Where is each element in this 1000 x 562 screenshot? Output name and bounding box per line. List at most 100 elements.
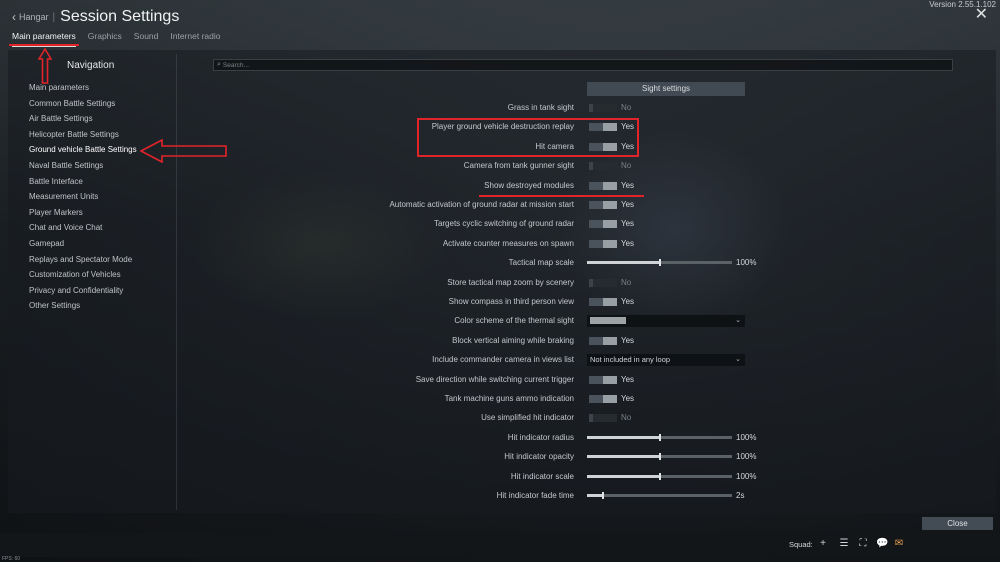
plus-icon[interactable]: +: [817, 538, 829, 550]
header-separator: |: [52, 11, 56, 23]
toggle-knob: [589, 162, 593, 171]
setting-toggle[interactable]: [589, 181, 617, 190]
setting-label: Targets cyclic switching of ground radar: [433, 219, 574, 229]
setting-label: Hit indicator scale: [510, 471, 574, 481]
setting-row: Hit indicator opacity 100%: [0, 450, 1000, 464]
setting-row: Automatic activation of ground radar at …: [0, 198, 1000, 212]
setting-label: Camera from tank gunner sight: [463, 161, 574, 171]
search-bar[interactable]: ⌕: [213, 59, 953, 71]
setting-label: Tactical map scale: [508, 258, 574, 268]
setting-slider[interactable]: [587, 472, 732, 480]
slider-handle[interactable]: [658, 472, 661, 480]
people-icon[interactable]: ⛶: [857, 538, 869, 550]
setting-toggle[interactable]: [589, 220, 617, 229]
setting-dropdown[interactable]: ⌄: [587, 315, 745, 328]
setting-toggle[interactable]: [589, 414, 617, 423]
toggle-knob: [589, 278, 593, 287]
slider-handle[interactable]: [658, 433, 661, 441]
slider-fill: [587, 435, 660, 439]
setting-slider[interactable]: [587, 453, 732, 461]
setting-label: Color scheme of the thermal sight: [454, 316, 574, 326]
list-icon[interactable]: ☰: [838, 538, 850, 550]
setting-value: 100%: [736, 258, 757, 268]
fps-counter: FPS: 60: [2, 556, 21, 562]
setting-toggle[interactable]: [589, 162, 617, 171]
tab-internet-radio[interactable]: Internet radio: [170, 31, 220, 47]
squad-label: Squad:: [789, 540, 813, 549]
setting-row: Targets cyclic switching of ground radar…: [0, 217, 1000, 231]
slider-fill: [587, 261, 660, 265]
setting-label: Store tactical map zoom by scenery: [447, 277, 574, 287]
chevron-down-icon: ⌄: [735, 317, 741, 325]
setting-slider[interactable]: [587, 433, 732, 441]
setting-value: No: [621, 277, 632, 287]
setting-slider[interactable]: [587, 492, 732, 499]
page-title: Session Settings: [60, 8, 180, 25]
setting-value: No: [621, 103, 632, 112]
setting-row: Activate counter measures on spawn Yes: [0, 237, 1000, 251]
chat-icon[interactable]: 💬: [876, 538, 888, 550]
setting-value: 100%: [736, 471, 757, 481]
setting-toggle[interactable]: [589, 278, 617, 287]
setting-value: No: [621, 413, 632, 423]
close-button[interactable]: Close: [922, 517, 993, 530]
toggle-knob: [589, 414, 593, 423]
setting-value: Yes: [621, 394, 635, 403]
search-icon: ⌕: [217, 61, 221, 68]
toggle-knob: [589, 104, 593, 112]
setting-value: No: [621, 161, 632, 171]
mail-icon[interactable]: ✉: [893, 538, 905, 550]
setting-row: Color scheme of the thermal sight ⌄: [0, 314, 1000, 328]
toggle-knob: [603, 395, 617, 403]
sight-settings-button[interactable]: Sight settings: [587, 82, 745, 96]
setting-toggle[interactable]: [589, 395, 617, 403]
setting-value: Yes: [621, 297, 635, 306]
setting-label: Include commander camera in views list: [432, 355, 574, 365]
back-to-hangar-link[interactable]: Hangar: [19, 12, 49, 22]
setting-toggle[interactable]: [589, 201, 617, 209]
setting-toggle[interactable]: [589, 104, 617, 112]
annotation-box: [417, 118, 639, 157]
setting-label: Show compass in third person view: [448, 297, 574, 306]
setting-label: Hit indicator opacity: [504, 452, 574, 462]
setting-dropdown[interactable]: Not included in any loop ⌄: [587, 354, 745, 367]
toggle-knob: [603, 239, 617, 248]
toggle-knob: [603, 298, 617, 306]
setting-value: Yes: [621, 238, 635, 248]
chevron-down-icon: ⌄: [735, 356, 741, 364]
slider-fill: [587, 474, 660, 478]
slider-handle[interactable]: [658, 259, 661, 267]
toggle-knob: [603, 220, 617, 229]
back-chevron-icon[interactable]: ‹: [12, 10, 16, 24]
setting-toggle[interactable]: [589, 298, 617, 306]
setting-toggle[interactable]: [589, 239, 617, 248]
navigation-title: Navigation: [67, 60, 115, 71]
setting-slider[interactable]: [587, 259, 732, 267]
setting-value: Yes: [621, 374, 635, 384]
close-icon[interactable]: ✕: [975, 7, 988, 23]
header: ‹ Hangar | Session Settings: [12, 8, 179, 26]
slider-fill: [587, 455, 660, 459]
setting-label: Hit indicator radius: [507, 432, 574, 442]
bottom-bar: [0, 533, 1000, 557]
toggle-knob: [603, 201, 617, 209]
tab-graphics[interactable]: Graphics: [88, 31, 122, 47]
setting-label: Use simplified hit indicator: [481, 413, 574, 423]
setting-label: Automatic activation of ground radar at …: [389, 200, 574, 209]
annotation-arrow-left: [140, 139, 227, 163]
search-input[interactable]: [222, 61, 923, 69]
setting-value: Yes: [621, 180, 635, 190]
toggle-knob: [603, 336, 617, 345]
setting-label: Tank machine guns ammo indication: [444, 394, 574, 403]
setting-row: Hit indicator scale 100%: [0, 470, 1000, 484]
tab-sound[interactable]: Sound: [134, 31, 159, 47]
setting-label: Hit indicator fade time: [496, 491, 574, 500]
setting-toggle[interactable]: [589, 375, 617, 384]
toggle-knob: [603, 375, 617, 384]
nav-item-main-parameters[interactable]: Main parameters: [29, 82, 137, 98]
setting-value: Yes: [621, 200, 635, 209]
setting-label: Save direction while switching current t…: [415, 374, 574, 384]
slider-handle[interactable]: [601, 492, 604, 499]
setting-toggle[interactable]: [589, 336, 617, 345]
slider-handle[interactable]: [658, 453, 661, 461]
